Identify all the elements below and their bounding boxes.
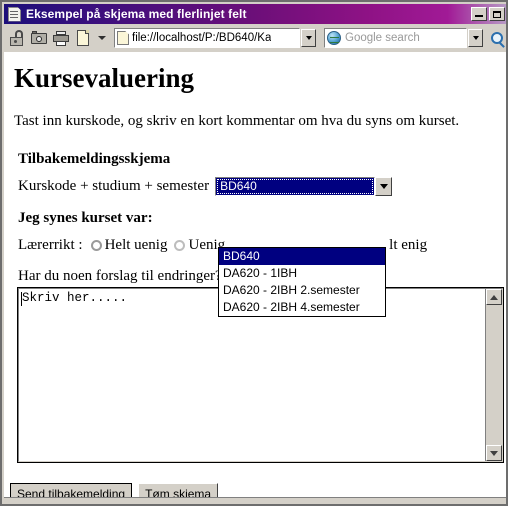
- toolbar-icon-group: [4, 29, 108, 47]
- chevron-down-icon[interactable]: [98, 36, 106, 40]
- page-icon[interactable]: [74, 29, 92, 47]
- scrollbar-track[interactable]: [486, 305, 502, 445]
- textarea-scrollbar[interactable]: [485, 289, 502, 461]
- course-select-value: BD640: [217, 179, 374, 194]
- course-select[interactable]: BD640: [215, 177, 393, 196]
- minimize-button[interactable]: [471, 7, 487, 21]
- course-select-arrow-icon[interactable]: [375, 177, 393, 196]
- globe-icon: [327, 31, 341, 45]
- document-icon: [8, 6, 21, 22]
- window-title: Eksempel på skjema med flerlinjet felt: [26, 7, 247, 21]
- zoom-control[interactable]: 100%: [491, 31, 506, 45]
- camera-icon[interactable]: [30, 29, 48, 47]
- window-titlebar: Eksempel på skjema med flerlinjet felt: [4, 4, 506, 24]
- address-bar[interactable]: file://localhost/P:/BD640/Ka: [114, 28, 300, 48]
- dropdown-option[interactable]: DA620 - 2IBH 4.semester: [219, 299, 385, 316]
- radio-label-helt-uenig: Helt uenig: [104, 237, 168, 253]
- radio-group-label: Lærerrikt :: [18, 237, 83, 253]
- course-select-dropdown-list[interactable]: BD640 DA620 - 1IBH DA620 - 2IBH 2.semest…: [218, 247, 386, 317]
- page-content: Kursevaluering Tast inn kurskode, og skr…: [4, 52, 506, 504]
- course-select-row: Kurskode + studium + semester BD640: [18, 177, 498, 196]
- scroll-up-button[interactable]: [486, 289, 502, 305]
- radio-tail-text: lt enig: [389, 237, 428, 253]
- course-select-label: Kurskode + studium + semester: [18, 178, 210, 194]
- address-dropdown-button[interactable]: [301, 29, 316, 47]
- section-heading: Tilbakemeldingsskjema: [18, 151, 171, 167]
- address-input[interactable]: file://localhost/P:/BD640/Ka: [132, 32, 271, 44]
- browser-toolbar: file://localhost/P:/BD640/Ka Google sear…: [4, 24, 506, 53]
- opinion-heading: Jeg synes kurset var:: [18, 210, 153, 226]
- feedback-textarea-value: Skriv her.....: [22, 291, 128, 305]
- status-bar: [4, 497, 506, 504]
- dropdown-option[interactable]: DA620 - 1IBH: [219, 265, 385, 282]
- padlock-icon[interactable]: [8, 29, 26, 47]
- printer-icon[interactable]: [52, 29, 70, 47]
- dropdown-option[interactable]: BD640: [219, 248, 385, 265]
- address-page-icon: [117, 31, 129, 45]
- window-controls: [471, 7, 506, 21]
- page-intro-text: Tast inn kurskode, og skriv en kort komm…: [14, 113, 460, 129]
- search-bar[interactable]: Google search: [324, 28, 467, 48]
- dropdown-option[interactable]: DA620 - 2IBH 2.semester: [219, 282, 385, 299]
- browser-window: Eksempel på skjema med flerlinjet felt f…: [0, 0, 508, 506]
- page-title: Kursevaluering: [14, 63, 194, 93]
- scroll-down-button[interactable]: [486, 445, 502, 461]
- search-input[interactable]: Google search: [345, 32, 420, 44]
- magnifier-icon: [491, 32, 503, 44]
- radio-helt-uenig[interactable]: [90, 240, 102, 251]
- radio-uenig[interactable]: [174, 240, 186, 251]
- maximize-button[interactable]: [489, 7, 505, 21]
- search-dropdown-button[interactable]: [468, 29, 483, 47]
